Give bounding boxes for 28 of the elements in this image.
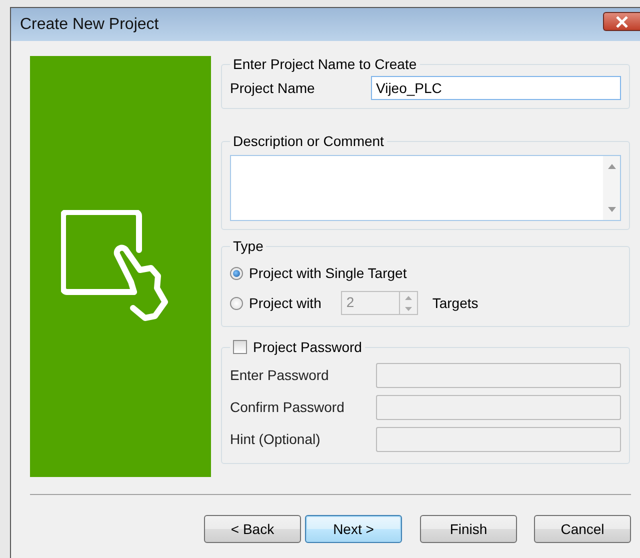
dialog-button[interactable]: Finish (420, 515, 517, 543)
window-title: Create New Project (20, 16, 159, 34)
project-name-field[interactable]: Vijeo_PLC (371, 76, 621, 100)
spin-up-icon (405, 296, 412, 300)
description-field[interactable] (230, 155, 621, 221)
group-title: Description or Comment (232, 133, 385, 149)
dialog-button[interactable]: < Back (204, 515, 301, 543)
radio-button[interactable] (230, 266, 243, 280)
radio-label[interactable]: Project with (249, 295, 322, 311)
field-label: Confirm Password (230, 399, 344, 415)
unit-label: Targets (432, 295, 478, 311)
close-icon (615, 16, 629, 28)
dialog-button[interactable]: Cancel (534, 515, 631, 543)
group-title: Enter Project Name to Create (232, 56, 418, 72)
spin-down-icon (405, 306, 412, 310)
scroll-down-icon (608, 207, 616, 212)
field-label: Project Name (230, 80, 315, 96)
checkbox-label[interactable]: Project Password (253, 339, 362, 355)
group-title: Type (232, 238, 264, 254)
scrollbar[interactable] (603, 156, 620, 220)
close-button[interactable] (603, 12, 640, 31)
checkbox[interactable] (233, 340, 247, 354)
radio-label[interactable]: Project with Single Target (249, 265, 407, 281)
scroll-up-icon (608, 164, 616, 169)
field-label: Enter Password (230, 367, 329, 383)
field-label: Hint (Optional) (230, 431, 320, 447)
dialog-button[interactable]: Next > (305, 515, 402, 543)
radio-button[interactable] (230, 296, 243, 310)
